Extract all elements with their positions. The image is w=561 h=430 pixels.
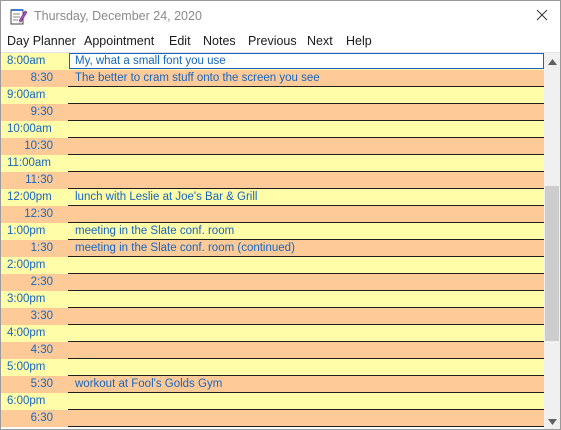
time-label: 12:00pm [7,191,52,203]
schedule-row: 12:00pm lunch with Leslie at Joe's Bar &… [1,189,544,206]
appointment-cell[interactable] [68,308,544,325]
schedule-row: 2:30 [1,274,544,291]
appointment-cell[interactable] [68,104,544,121]
time-label: 4:00pm [7,327,46,339]
scroll-up-button[interactable] [544,53,560,69]
appointment-cell[interactable]: workout at Fool's Golds Gym [68,376,544,393]
title-bar: Thursday, December 24, 2020 [1,1,560,32]
appointment-cell[interactable] [68,393,544,410]
schedule-row: 4:30 [1,342,544,359]
time-label: 2:30 [30,276,53,288]
appointment-cell[interactable]: lunch with Leslie at Joe's Bar & Grill [68,189,544,206]
menu-bar: Day Planner Appointment Edit Notes Previ… [1,32,560,52]
schedule-row: 12:30 [1,206,544,223]
appointment-cell[interactable] [68,172,544,189]
time-label: 8:00am [7,55,46,67]
notepad-pencil-icon [10,8,28,25]
time-label: 3:00pm [7,293,46,305]
appointment-cell[interactable] [68,410,544,427]
time-label: 4:30 [30,344,53,356]
window-title: Thursday, December 24, 2020 [34,9,202,23]
schedule-row: 9:00am [1,87,544,104]
schedule-row: 10:30 [1,138,544,155]
appointment-cell[interactable] [68,325,544,342]
menu-help[interactable]: Help [346,34,372,48]
appointment-cell[interactable] [68,138,544,155]
appointment-cell[interactable] [68,155,544,172]
appointment-text: meeting in the Slate conf. room (continu… [75,242,295,254]
schedule-row: 9:30 [1,104,544,121]
schedule-row: 4:00pm [1,325,544,342]
menu-next[interactable]: Next [307,34,333,48]
appointment-text: My, what a small font you use [75,55,226,67]
schedule-row: 6:00pm [1,393,544,410]
appointment-entry-editing[interactable]: My, what a small font you use [69,53,544,69]
scroll-down-button[interactable] [544,413,560,429]
time-label: 5:00pm [7,361,46,373]
time-label: 3:30 [30,310,53,322]
time-label: 11:00am [7,157,51,169]
menu-notes[interactable]: Notes [203,34,236,48]
time-label: 1:00pm [7,225,46,237]
time-label: 5:30 [30,378,53,390]
schedule-row: 11:30 [1,172,544,189]
schedule-row: 2:00pm [1,257,544,274]
chevron-up-icon [547,52,557,70]
schedule-row: 8:00am My, what a small font you use [1,53,544,70]
chevron-down-icon [547,412,557,430]
schedule-row: 1:00pm meeting in the Slate conf. room [1,223,544,240]
appointment-cell[interactable]: meeting in the Slate conf. room [68,223,544,240]
close-icon [536,8,548,26]
appointment-cell[interactable] [68,206,544,223]
schedule-row: 11:00am [1,155,544,172]
menu-edit[interactable]: Edit [169,34,191,48]
schedule-row: 1:30 meeting in the Slate conf. room (co… [1,240,544,257]
time-label: 2:00pm [7,259,46,271]
appointment-cell[interactable] [68,274,544,291]
close-button[interactable] [529,5,555,29]
scroll-thumb[interactable] [545,186,559,341]
schedule-row: 10:00am [1,121,544,138]
schedule-row: 5:00pm [1,359,544,376]
time-label: 6:00pm [7,395,46,407]
appointment-cell[interactable] [68,87,544,104]
appointment-cell[interactable] [68,257,544,274]
menu-day-planner[interactable]: Day Planner [7,34,76,48]
schedule-grid: 8:00am My, what a small font you use 8:3… [1,53,544,429]
schedule-row: 8:30 The better to cram stuff onto the s… [1,70,544,87]
appointment-text: workout at Fool's Golds Gym [75,378,223,390]
schedule-row: 3:30 [1,308,544,325]
appointment-cell[interactable]: meeting in the Slate conf. room (continu… [68,240,544,257]
time-label: 10:00am [7,123,52,135]
appointment-cell[interactable] [68,359,544,376]
appointment-cell[interactable] [68,291,544,308]
time-label: 10:30 [24,140,53,152]
appointment-cell[interactable]: The better to cram stuff onto the screen… [68,70,544,87]
time-label: 1:30 [30,242,53,254]
vertical-scrollbar[interactable] [544,53,560,429]
time-label: 11:30 [25,174,53,186]
appointment-cell[interactable] [68,121,544,138]
day-planner-window: Thursday, December 24, 2020 Day Planner … [0,0,561,430]
schedule-row: 3:00pm [1,291,544,308]
schedule-row: 5:30 workout at Fool's Golds Gym [1,376,544,393]
menu-previous[interactable]: Previous [248,34,297,48]
appointment-text: The better to cram stuff onto the screen… [75,72,320,84]
time-label: 9:30 [30,106,53,118]
appointment-text: meeting in the Slate conf. room [75,225,235,237]
menu-appointment[interactable]: Appointment [84,34,154,48]
time-label: 9:00am [7,89,46,101]
time-label: 8:30 [30,72,53,84]
appointment-text: lunch with Leslie at Joe's Bar & Grill [75,191,258,203]
appointment-cell[interactable] [68,342,544,359]
time-label: 12:30 [24,208,53,220]
time-label: 6:30 [30,412,53,424]
schedule-row: 6:30 [1,410,544,427]
